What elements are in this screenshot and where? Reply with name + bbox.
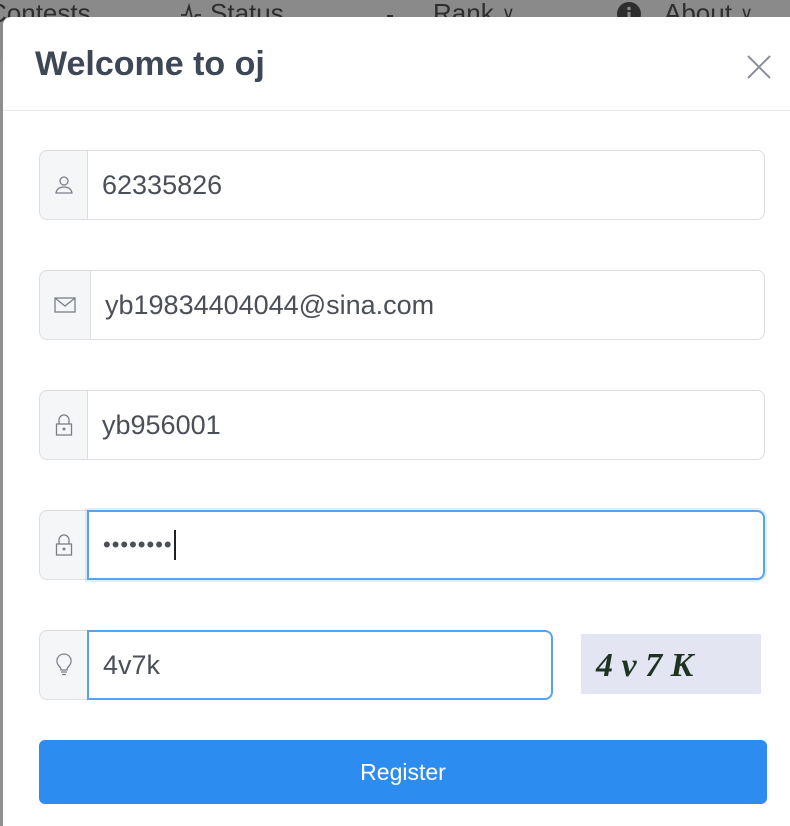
password-again-addon [39, 510, 87, 580]
mail-icon [54, 297, 76, 313]
password-again-input[interactable]: •••••••• [87, 510, 765, 580]
password-field: yb956001 [39, 390, 765, 460]
user-icon [54, 176, 73, 194]
text-caret [173, 530, 176, 560]
captcha-image[interactable]: 4 v 7 K [581, 634, 761, 694]
captcha-chars: 4 v 7 K [595, 647, 696, 684]
email-input[interactable]: yb19834404044@sina.com [90, 270, 765, 340]
email-field: yb19834404044@sina.com [39, 270, 765, 340]
password-again-field: •••••••• [39, 510, 765, 580]
username-field: 62335826 [39, 150, 765, 220]
modal-title: Welcome to oj [35, 45, 265, 83]
email-addon [39, 270, 90, 340]
lock-icon [55, 534, 72, 556]
register-button[interactable]: Register [39, 740, 767, 804]
username-input[interactable]: 62335826 [87, 150, 765, 220]
captcha-addon [39, 630, 87, 700]
password-addon [39, 390, 87, 460]
password-again-value: •••••••• [103, 532, 173, 557]
close-icon[interactable] [745, 53, 773, 81]
register-modal: Welcome to oj 62335826 yb19834404044@sin… [3, 17, 790, 826]
password-input[interactable]: yb956001 [87, 390, 765, 460]
captcha-field: 4v7k [39, 630, 553, 700]
captcha-text: 4 v 7 K [595, 647, 696, 684]
captcha-input[interactable]: 4v7k [87, 630, 553, 700]
modal-header: Welcome to oj [3, 17, 790, 111]
bulb-icon [55, 653, 72, 676]
lock-icon [55, 414, 72, 436]
close-button[interactable] [745, 53, 773, 81]
username-addon [39, 150, 87, 220]
